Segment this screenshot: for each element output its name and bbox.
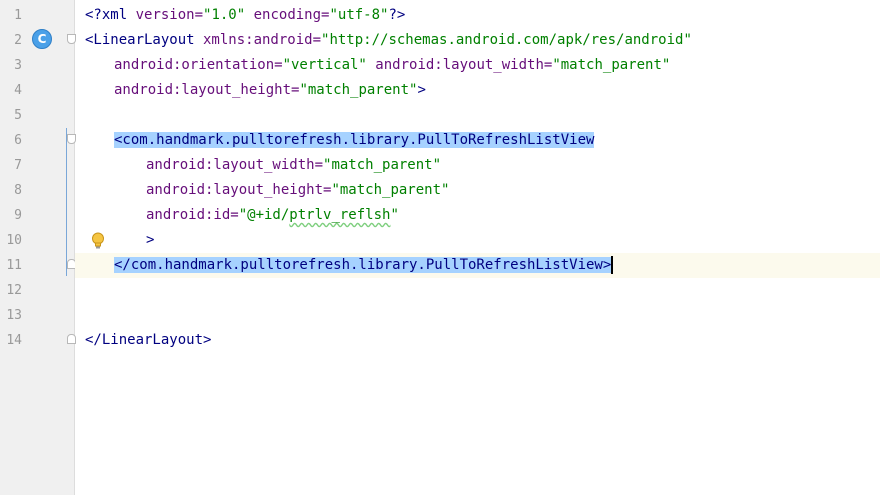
attribute-name: android:layout_height= (114, 82, 300, 98)
class-badge-icon[interactable]: C (32, 29, 52, 49)
line-number: 10 (6, 233, 22, 248)
code-line: </LinearLayout> (75, 328, 880, 353)
line-number: 8 (14, 183, 22, 198)
code-line-current: </com.handmark.pulltorefresh.library.Pul… (75, 253, 880, 278)
attribute-value: "match_parent" (323, 157, 442, 173)
code-line: android:layout_height="match_parent" (75, 178, 880, 203)
line-number: 13 (6, 308, 22, 323)
tag-open-selected: <com.handmark.pulltorefresh.library.Pull… (114, 132, 595, 148)
tag-close: > (417, 82, 426, 98)
attribute-value: "match_parent" (299, 82, 418, 98)
selection-range-marker (66, 128, 67, 276)
tag-close: > (146, 232, 155, 248)
xml-declaration-open: <?xml (85, 7, 128, 23)
attribute-value: "match_parent" (552, 57, 671, 73)
attribute-name: version= (127, 7, 204, 23)
code-line: android:layout_width="match_parent" (75, 153, 880, 178)
line-number: 14 (6, 333, 22, 348)
attribute-value: "vertical" (282, 57, 367, 73)
tag-open: <LinearLayout (85, 32, 195, 48)
xml-declaration-close: ?> (388, 7, 406, 23)
code-editor[interactable]: <?xml version="1.0" encoding="utf-8"?> <… (75, 0, 880, 495)
line-number: 2 (14, 33, 22, 48)
tag-close-selected: </com.handmark.pulltorefresh.library.Pul… (114, 257, 612, 273)
attribute-value: "http://schemas.android.com/apk/res/andr… (321, 32, 692, 48)
attribute-value: "1.0" (203, 7, 246, 23)
line-number: 4 (14, 83, 22, 98)
code-line: <com.handmark.pulltorefresh.library.Pull… (75, 128, 880, 153)
attribute-value: " (390, 207, 399, 223)
attribute-name: android:orientation= (114, 57, 283, 73)
line-number: 6 (14, 133, 22, 148)
attribute-value: "match_parent" (331, 182, 450, 198)
line-number: 3 (14, 58, 22, 73)
code-line: <?xml version="1.0" encoding="utf-8"?> (75, 3, 880, 28)
code-line: android:id="@+id/ptrlv_reflsh" (75, 203, 880, 228)
attribute-name: android:layout_width= (146, 157, 324, 173)
line-number: 11 (6, 258, 22, 273)
line-number: 1 (14, 8, 22, 23)
code-line: android:orientation="vertical" android:l… (75, 53, 880, 78)
line-number: 9 (14, 208, 22, 223)
editor-gutter: 1 2 3 4 5 6 7 8 9 10 11 12 13 14 C (0, 0, 76, 495)
line-number: 12 (6, 283, 22, 298)
attribute-name: android:id= (146, 207, 239, 223)
code-line: <LinearLayout xmlns:android="http://sche… (75, 28, 880, 53)
attribute-name: encoding= (245, 7, 330, 23)
code-line: android:layout_height="match_parent"> (75, 78, 880, 103)
text-caret (611, 256, 614, 274)
line-number: 5 (14, 108, 22, 123)
attribute-value: "utf-8" (329, 7, 389, 23)
attribute-value-typo: ptrlv_reflsh (289, 207, 391, 223)
attribute-value: "@+id/ (238, 207, 290, 223)
tag-close: </LinearLayout> (85, 332, 212, 348)
code-line: > (75, 228, 880, 253)
attribute-name: android:layout_height= (146, 182, 332, 198)
attribute-name: xmlns:android= (194, 32, 322, 48)
attribute-name: android:layout_width= (366, 57, 553, 73)
line-number: 7 (14, 158, 22, 173)
